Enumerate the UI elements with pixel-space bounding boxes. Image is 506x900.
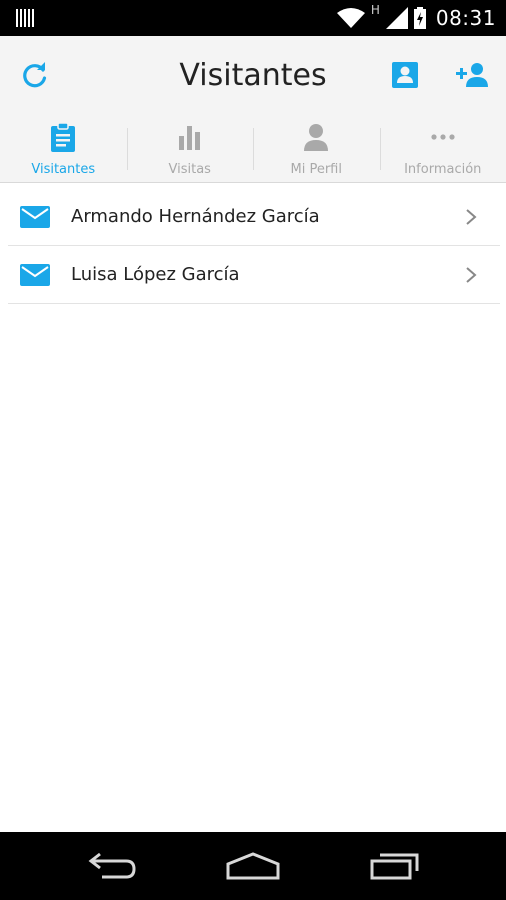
mail-icon	[20, 205, 50, 228]
clipboard-icon	[51, 122, 76, 152]
tab-label: Visitantes	[31, 162, 96, 177]
tab-bar: Visitantes Visitas Mi Perfil Información	[0, 116, 506, 183]
tab-label: Mi Perfil	[290, 162, 342, 177]
contact-card-icon	[392, 62, 418, 88]
list-item[interactable]: Armando Hernández García	[8, 188, 500, 246]
page-title: Visitantes	[179, 58, 327, 93]
status-bar: H 08:31	[0, 0, 506, 36]
tab-label: Visitas	[168, 162, 211, 177]
app-bar: Visitantes	[0, 36, 506, 116]
wifi-icon	[336, 8, 365, 28]
tab-visitas[interactable]: Visitas	[126, 116, 254, 182]
back-icon	[88, 852, 136, 879]
barcode-icon	[16, 9, 34, 27]
chevron-right-icon	[466, 208, 477, 225]
signal-icon	[385, 7, 408, 29]
visitor-list: Armando Hernández García Luisa López Gar…	[8, 188, 500, 304]
home-icon	[226, 852, 280, 880]
tab-informacion[interactable]: Información	[379, 116, 506, 182]
visitor-name: Luisa López García	[71, 264, 240, 285]
navigation-bar	[0, 832, 506, 900]
mail-icon	[20, 263, 50, 286]
tab-label: Información	[404, 162, 482, 177]
person-icon	[304, 124, 329, 151]
more-dots-icon	[431, 134, 455, 140]
tab-mi-perfil[interactable]: Mi Perfil	[253, 116, 380, 182]
visitor-name: Armando Hernández García	[71, 206, 320, 227]
network-type-label: H	[370, 3, 380, 17]
list-item[interactable]: Luisa López García	[8, 246, 500, 304]
add-person-icon	[456, 63, 488, 87]
bar-chart-icon	[178, 126, 200, 150]
add-person-button[interactable]	[455, 58, 491, 92]
home-button[interactable]	[225, 850, 281, 884]
tab-visitantes[interactable]: Visitantes	[0, 116, 127, 182]
contact-card-button[interactable]	[388, 58, 422, 92]
back-button[interactable]	[88, 850, 138, 884]
recents-icon	[370, 853, 419, 880]
chevron-right-icon	[466, 266, 477, 283]
clock: 08:31	[435, 6, 496, 30]
recents-button[interactable]	[369, 850, 421, 884]
battery-icon	[413, 7, 426, 29]
